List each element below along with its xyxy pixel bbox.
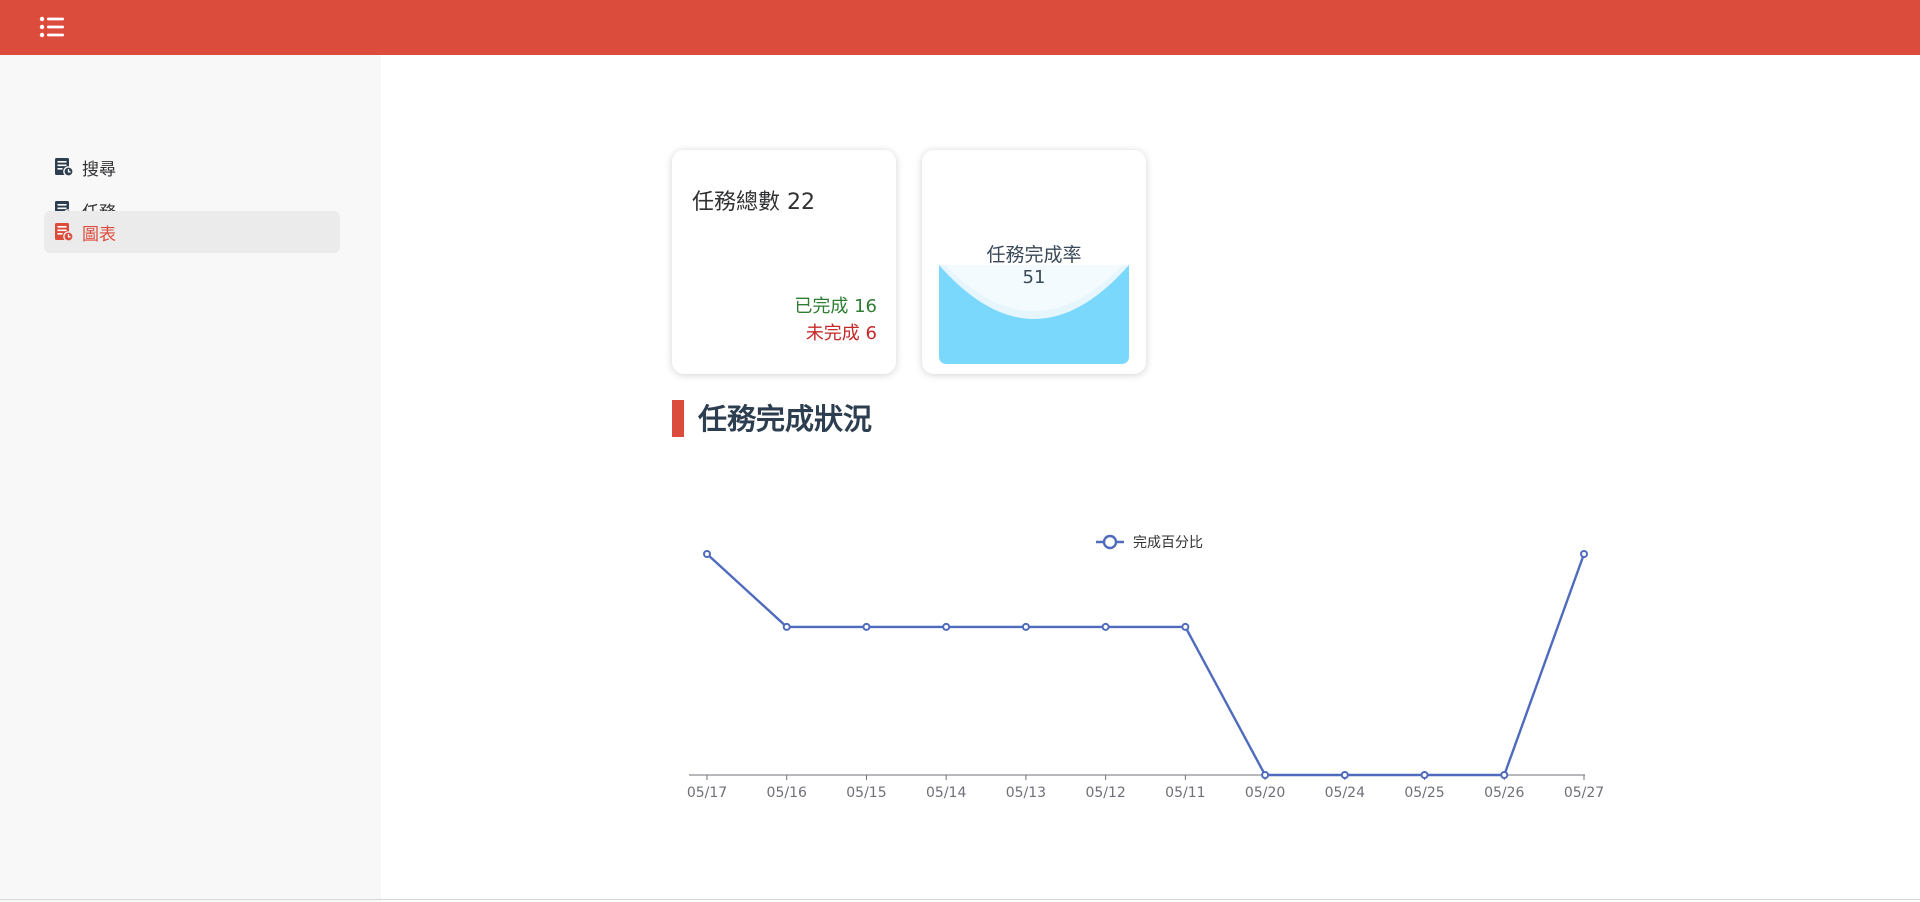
series-line	[706, 553, 1586, 777]
data-point	[1261, 771, 1270, 779]
data-point	[1500, 771, 1509, 779]
data-point	[1580, 550, 1588, 558]
legend-label: 完成百分比	[1133, 535, 1203, 551]
x-axis-tick-label: 05/12	[1085, 785, 1125, 801]
data-point	[1420, 771, 1429, 779]
x-axis-tick-label: 05/26	[1484, 785, 1524, 801]
data-point	[703, 550, 711, 558]
data-point	[1181, 622, 1190, 631]
x-axis-tick-label: 05/16	[767, 785, 807, 801]
data-point	[782, 622, 791, 631]
legend-marker	[1102, 534, 1118, 550]
data-point	[862, 622, 871, 631]
x-axis-tick-label: 05/20	[1245, 785, 1285, 801]
completion-line-chart: 05/17 05/16 05/15 05/14 05/13 05/12 05/11 05/20…	[687, 534, 1604, 801]
data-point	[1340, 771, 1349, 779]
x-axis-tick-label: 05/11	[1165, 785, 1205, 801]
data-point	[1101, 622, 1110, 631]
data-point	[1021, 622, 1030, 631]
bottom-divider	[0, 899, 1920, 900]
x-axis-tick-label: 05/17	[687, 785, 727, 801]
x-axis-tick-label: 05/27	[1564, 785, 1604, 801]
x-axis-tick-label: 05/24	[1325, 785, 1365, 801]
data-point	[942, 622, 951, 631]
x-axis-tick-label: 05/13	[1006, 785, 1046, 801]
x-axis-tick-label: 05/14	[926, 785, 966, 801]
x-axis-tick-label: 05/15	[846, 785, 886, 801]
x-axis-tick-label: 05/25	[1404, 785, 1444, 801]
